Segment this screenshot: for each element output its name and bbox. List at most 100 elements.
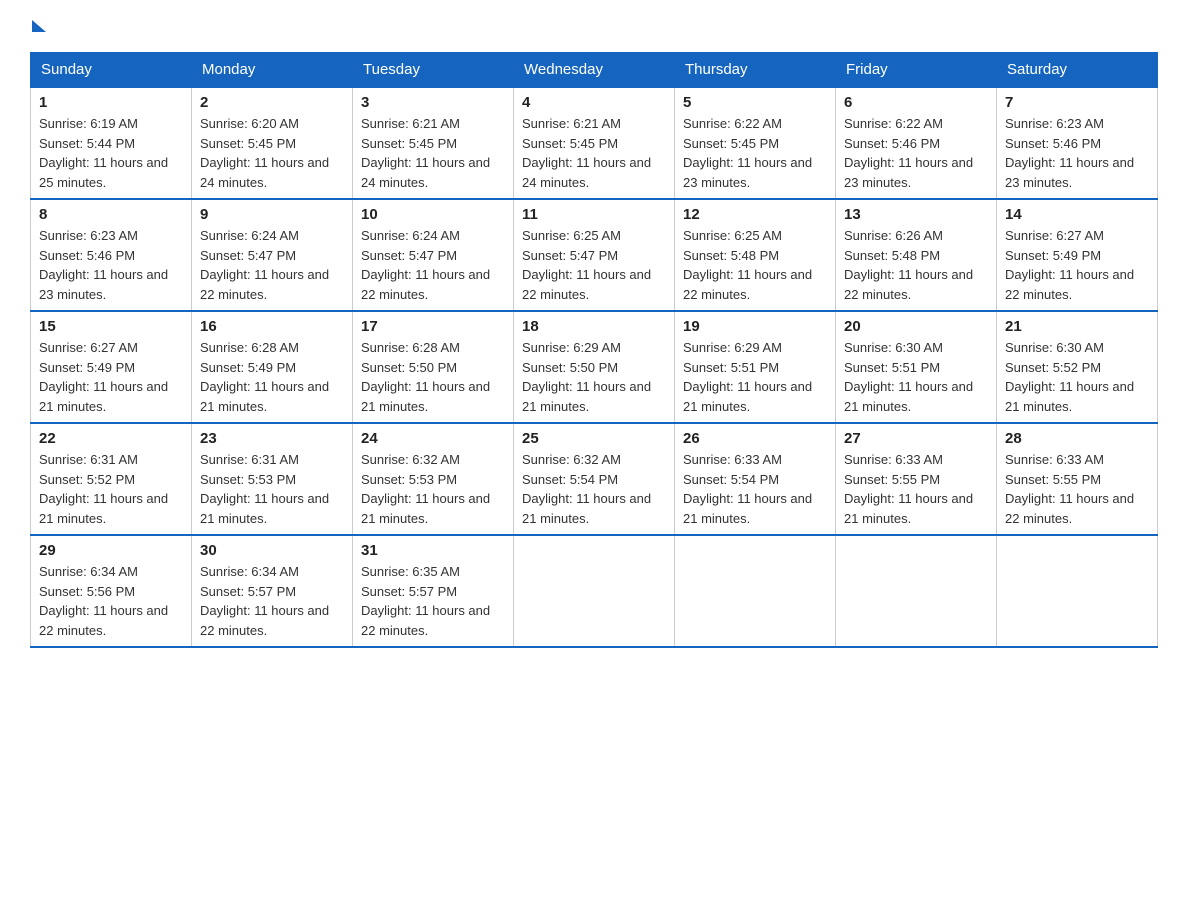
calendar-day-cell: 12 Sunrise: 6:25 AMSunset: 5:48 PMDaylig… bbox=[675, 199, 836, 311]
calendar-day-cell: 15 Sunrise: 6:27 AMSunset: 5:49 PMDaylig… bbox=[31, 311, 192, 423]
day-info: Sunrise: 6:25 AMSunset: 5:48 PMDaylight:… bbox=[683, 228, 812, 302]
calendar-day-cell: 4 Sunrise: 6:21 AMSunset: 5:45 PMDayligh… bbox=[514, 87, 675, 199]
day-info: Sunrise: 6:23 AMSunset: 5:46 PMDaylight:… bbox=[1005, 116, 1134, 190]
calendar-week-row: 15 Sunrise: 6:27 AMSunset: 5:49 PMDaylig… bbox=[31, 311, 1158, 423]
calendar-day-cell bbox=[514, 535, 675, 647]
calendar-day-cell: 19 Sunrise: 6:29 AMSunset: 5:51 PMDaylig… bbox=[675, 311, 836, 423]
calendar-day-cell: 17 Sunrise: 6:28 AMSunset: 5:50 PMDaylig… bbox=[353, 311, 514, 423]
day-number: 19 bbox=[683, 318, 827, 335]
calendar-day-cell: 21 Sunrise: 6:30 AMSunset: 5:52 PMDaylig… bbox=[997, 311, 1158, 423]
day-number: 20 bbox=[844, 318, 988, 335]
day-number: 10 bbox=[361, 206, 505, 223]
calendar-day-header: Friday bbox=[836, 53, 997, 88]
calendar-day-cell: 2 Sunrise: 6:20 AMSunset: 5:45 PMDayligh… bbox=[192, 87, 353, 199]
day-number: 4 bbox=[522, 94, 666, 111]
calendar-day-cell: 5 Sunrise: 6:22 AMSunset: 5:45 PMDayligh… bbox=[675, 87, 836, 199]
calendar-day-cell: 7 Sunrise: 6:23 AMSunset: 5:46 PMDayligh… bbox=[997, 87, 1158, 199]
day-number: 3 bbox=[361, 94, 505, 111]
day-number: 23 bbox=[200, 430, 344, 447]
day-info: Sunrise: 6:29 AMSunset: 5:51 PMDaylight:… bbox=[683, 340, 812, 414]
calendar-day-cell: 26 Sunrise: 6:33 AMSunset: 5:54 PMDaylig… bbox=[675, 423, 836, 535]
logo-icon bbox=[30, 20, 46, 32]
day-number: 2 bbox=[200, 94, 344, 111]
day-number: 8 bbox=[39, 206, 183, 223]
calendar-day-cell: 18 Sunrise: 6:29 AMSunset: 5:50 PMDaylig… bbox=[514, 311, 675, 423]
day-number: 21 bbox=[1005, 318, 1149, 335]
day-number: 28 bbox=[1005, 430, 1149, 447]
calendar-week-row: 22 Sunrise: 6:31 AMSunset: 5:52 PMDaylig… bbox=[31, 423, 1158, 535]
day-info: Sunrise: 6:28 AMSunset: 5:49 PMDaylight:… bbox=[200, 340, 329, 414]
day-number: 27 bbox=[844, 430, 988, 447]
day-info: Sunrise: 6:22 AMSunset: 5:46 PMDaylight:… bbox=[844, 116, 973, 190]
calendar-day-cell: 9 Sunrise: 6:24 AMSunset: 5:47 PMDayligh… bbox=[192, 199, 353, 311]
calendar-day-cell: 24 Sunrise: 6:32 AMSunset: 5:53 PMDaylig… bbox=[353, 423, 514, 535]
day-number: 29 bbox=[39, 542, 183, 559]
day-number: 26 bbox=[683, 430, 827, 447]
calendar-day-cell: 25 Sunrise: 6:32 AMSunset: 5:54 PMDaylig… bbox=[514, 423, 675, 535]
day-info: Sunrise: 6:35 AMSunset: 5:57 PMDaylight:… bbox=[361, 564, 490, 638]
day-info: Sunrise: 6:31 AMSunset: 5:53 PMDaylight:… bbox=[200, 452, 329, 526]
calendar-day-cell: 27 Sunrise: 6:33 AMSunset: 5:55 PMDaylig… bbox=[836, 423, 997, 535]
day-info: Sunrise: 6:23 AMSunset: 5:46 PMDaylight:… bbox=[39, 228, 168, 302]
day-number: 24 bbox=[361, 430, 505, 447]
calendar-day-cell: 29 Sunrise: 6:34 AMSunset: 5:56 PMDaylig… bbox=[31, 535, 192, 647]
day-info: Sunrise: 6:32 AMSunset: 5:53 PMDaylight:… bbox=[361, 452, 490, 526]
calendar-day-cell: 28 Sunrise: 6:33 AMSunset: 5:55 PMDaylig… bbox=[997, 423, 1158, 535]
day-number: 31 bbox=[361, 542, 505, 559]
calendar-day-header: Tuesday bbox=[353, 53, 514, 88]
day-number: 6 bbox=[844, 94, 988, 111]
day-info: Sunrise: 6:25 AMSunset: 5:47 PMDaylight:… bbox=[522, 228, 651, 302]
calendar-day-cell bbox=[675, 535, 836, 647]
day-info: Sunrise: 6:33 AMSunset: 5:55 PMDaylight:… bbox=[1005, 452, 1134, 526]
day-info: Sunrise: 6:22 AMSunset: 5:45 PMDaylight:… bbox=[683, 116, 812, 190]
calendar-day-cell: 16 Sunrise: 6:28 AMSunset: 5:49 PMDaylig… bbox=[192, 311, 353, 423]
day-info: Sunrise: 6:32 AMSunset: 5:54 PMDaylight:… bbox=[522, 452, 651, 526]
day-number: 17 bbox=[361, 318, 505, 335]
day-info: Sunrise: 6:20 AMSunset: 5:45 PMDaylight:… bbox=[200, 116, 329, 190]
day-number: 5 bbox=[683, 94, 827, 111]
calendar-day-cell: 31 Sunrise: 6:35 AMSunset: 5:57 PMDaylig… bbox=[353, 535, 514, 647]
day-info: Sunrise: 6:27 AMSunset: 5:49 PMDaylight:… bbox=[1005, 228, 1134, 302]
day-info: Sunrise: 6:21 AMSunset: 5:45 PMDaylight:… bbox=[522, 116, 651, 190]
day-info: Sunrise: 6:30 AMSunset: 5:52 PMDaylight:… bbox=[1005, 340, 1134, 414]
day-number: 12 bbox=[683, 206, 827, 223]
calendar-week-row: 1 Sunrise: 6:19 AMSunset: 5:44 PMDayligh… bbox=[31, 87, 1158, 199]
calendar-table: SundayMondayTuesdayWednesdayThursdayFrid… bbox=[30, 52, 1158, 648]
calendar-day-header: Thursday bbox=[675, 53, 836, 88]
calendar-day-cell bbox=[836, 535, 997, 647]
day-info: Sunrise: 6:33 AMSunset: 5:55 PMDaylight:… bbox=[844, 452, 973, 526]
page-header bbox=[30, 20, 1158, 32]
calendar-day-cell: 6 Sunrise: 6:22 AMSunset: 5:46 PMDayligh… bbox=[836, 87, 997, 199]
day-number: 18 bbox=[522, 318, 666, 335]
calendar-day-cell bbox=[997, 535, 1158, 647]
calendar-day-cell: 20 Sunrise: 6:30 AMSunset: 5:51 PMDaylig… bbox=[836, 311, 997, 423]
calendar-day-cell: 14 Sunrise: 6:27 AMSunset: 5:49 PMDaylig… bbox=[997, 199, 1158, 311]
day-number: 1 bbox=[39, 94, 183, 111]
day-info: Sunrise: 6:34 AMSunset: 5:57 PMDaylight:… bbox=[200, 564, 329, 638]
day-number: 9 bbox=[200, 206, 344, 223]
day-number: 7 bbox=[1005, 94, 1149, 111]
day-number: 30 bbox=[200, 542, 344, 559]
day-info: Sunrise: 6:21 AMSunset: 5:45 PMDaylight:… bbox=[361, 116, 490, 190]
day-number: 11 bbox=[522, 206, 666, 223]
day-info: Sunrise: 6:24 AMSunset: 5:47 PMDaylight:… bbox=[200, 228, 329, 302]
day-info: Sunrise: 6:19 AMSunset: 5:44 PMDaylight:… bbox=[39, 116, 168, 190]
calendar-week-row: 8 Sunrise: 6:23 AMSunset: 5:46 PMDayligh… bbox=[31, 199, 1158, 311]
calendar-day-cell: 3 Sunrise: 6:21 AMSunset: 5:45 PMDayligh… bbox=[353, 87, 514, 199]
day-number: 13 bbox=[844, 206, 988, 223]
day-info: Sunrise: 6:34 AMSunset: 5:56 PMDaylight:… bbox=[39, 564, 168, 638]
day-info: Sunrise: 6:31 AMSunset: 5:52 PMDaylight:… bbox=[39, 452, 168, 526]
calendar-day-header: Sunday bbox=[31, 53, 192, 88]
day-info: Sunrise: 6:29 AMSunset: 5:50 PMDaylight:… bbox=[522, 340, 651, 414]
day-number: 15 bbox=[39, 318, 183, 335]
day-info: Sunrise: 6:26 AMSunset: 5:48 PMDaylight:… bbox=[844, 228, 973, 302]
day-number: 14 bbox=[1005, 206, 1149, 223]
day-number: 25 bbox=[522, 430, 666, 447]
calendar-day-header: Monday bbox=[192, 53, 353, 88]
calendar-day-cell: 1 Sunrise: 6:19 AMSunset: 5:44 PMDayligh… bbox=[31, 87, 192, 199]
day-number: 22 bbox=[39, 430, 183, 447]
calendar-day-header: Saturday bbox=[997, 53, 1158, 88]
calendar-day-cell: 23 Sunrise: 6:31 AMSunset: 5:53 PMDaylig… bbox=[192, 423, 353, 535]
calendar-week-row: 29 Sunrise: 6:34 AMSunset: 5:56 PMDaylig… bbox=[31, 535, 1158, 647]
calendar-day-cell: 22 Sunrise: 6:31 AMSunset: 5:52 PMDaylig… bbox=[31, 423, 192, 535]
